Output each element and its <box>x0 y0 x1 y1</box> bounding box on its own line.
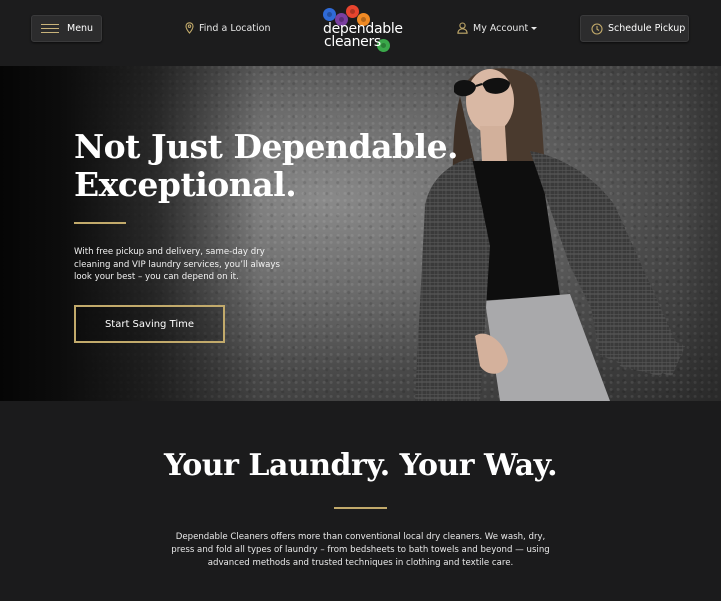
chevron-down-icon <box>531 27 538 30</box>
laundry-section: Your Laundry. Your Way. Dependable Clean… <box>0 401 721 601</box>
hero-divider <box>74 222 126 224</box>
logo-wordmark: dependable cleaners <box>323 22 403 50</box>
my-account-link[interactable]: My Account <box>457 22 538 34</box>
hero-title: Not Just Dependable. Exceptional. <box>74 127 459 204</box>
hero-model-image <box>415 68 685 401</box>
section-description: Dependable Cleaners offers more than con… <box>171 532 550 568</box>
section-title: Your Laundry. Your Way. <box>163 448 558 483</box>
hero-banner: Not Just Dependable. Exceptional. With f… <box>0 66 721 401</box>
start-saving-time-label: Start Saving Time <box>104 318 195 330</box>
hero-description: With free pickup and delivery, same-day … <box>74 247 280 282</box>
schedule-pickup-label: Schedule Pickup <box>608 23 686 34</box>
hero-right-fade <box>681 66 721 401</box>
section-divider <box>334 507 387 509</box>
hero-title-line-2: Exceptional. <box>74 165 297 204</box>
dependable-cleaners-logo[interactable]: dependable cleaners <box>321 4 403 56</box>
hero-title-line-1: Not Just Dependable. <box>74 127 459 166</box>
hero-left-shade <box>0 66 260 401</box>
my-account-label: My Account <box>473 22 529 34</box>
menu-button[interactable]: Menu <box>31 15 102 42</box>
logo-line-2: cleaners <box>324 34 381 50</box>
map-pin-icon <box>185 22 194 34</box>
menu-button-label: Menu <box>67 23 94 34</box>
hamburger-icon <box>41 24 59 34</box>
start-saving-time-button[interactable]: Start Saving Time <box>74 305 225 343</box>
find-location-label: Find a Location <box>199 22 271 34</box>
find-location-link[interactable]: Find a Location <box>185 22 271 34</box>
schedule-pickup-button[interactable]: Schedule Pickup <box>580 15 689 42</box>
site-header: Menu Find a Location dependable cleaners… <box>0 0 721 66</box>
clock-icon <box>591 22 603 35</box>
user-icon <box>457 22 468 34</box>
